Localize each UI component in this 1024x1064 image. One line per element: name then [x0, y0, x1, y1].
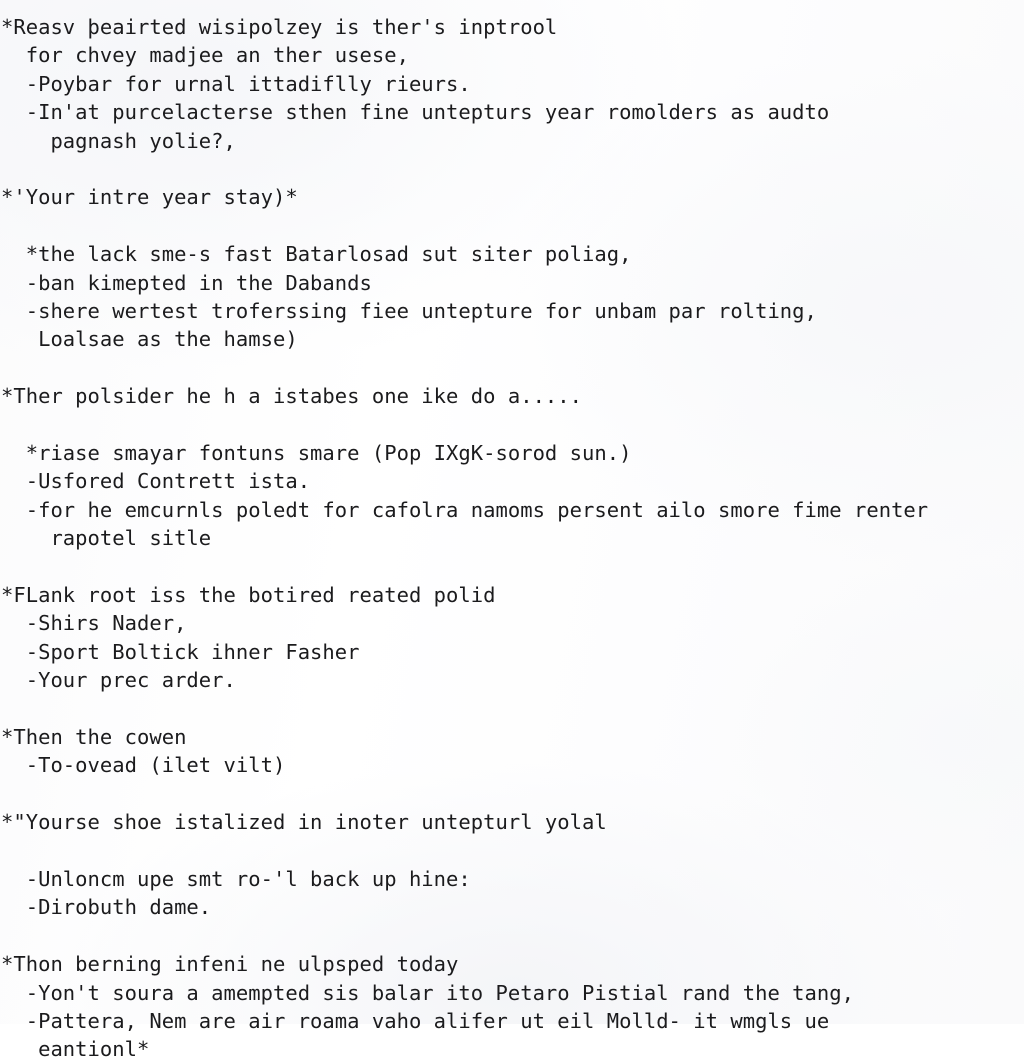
text-line-blank — [0, 212, 1024, 240]
text-line: -To-ovead (ilet vilt) — [1, 753, 286, 778]
text-line: -In'at purcelacterse sthen fine unteptur… — [1, 100, 830, 125]
text-line-blank — [0, 922, 1024, 950]
text-line-blank — [0, 553, 1024, 581]
text-line: -shere wertest troferssing fiee unteptur… — [1, 299, 817, 324]
text-line: pagnash yolie?, — [1, 128, 236, 153]
text-line: -Yon't soura a amempted sis balar ito Pe… — [1, 980, 854, 1005]
text-line-blank — [0, 411, 1024, 439]
text-line-blank — [0, 837, 1024, 865]
text-line: rapotel sitle — [1, 526, 212, 551]
text-line: -ban kimepted in the Dabands — [1, 270, 372, 295]
text-line: -Usfored Contrett ista. — [1, 469, 311, 494]
text-line: *'Your intre year stay)* — [1, 185, 298, 210]
text-line: -Dirobuth dame. — [1, 895, 212, 920]
text-line: -Sport Boltick ihner Fasher — [1, 639, 360, 664]
text-line: -for he emcurnls poledt for cafolra namo… — [1, 497, 929, 522]
text-line: *riase smayar fontuns smare (Pop IXgK-so… — [1, 441, 632, 466]
text-line: *the lack sme-s fast Batarlosad sut site… — [1, 242, 632, 267]
text-line: *"Yourse shoe istalized in inoter untept… — [1, 810, 607, 835]
text-line: *Then the cowen — [1, 725, 187, 750]
text-page: *Reasv þeairted wisipolzey is ther's inp… — [0, 0, 1024, 1061]
text-line: for chvey madjee an ther usese, — [1, 43, 409, 68]
text-line-blank — [0, 695, 1024, 723]
text-line: *Ther polsider he h a istabes one ike do… — [1, 384, 583, 409]
text-line-blank — [0, 354, 1024, 382]
text-line: Loalsae as the hamse) — [1, 327, 298, 352]
text-line: -Unloncm upe smt ro-'l back up hine: — [1, 867, 471, 892]
document-text-body: *Reasv þeairted wisipolzey is ther's inp… — [0, 0, 1024, 1064]
text-line: eantionl* — [1, 1037, 150, 1062]
text-line-blank — [0, 155, 1024, 183]
text-line: -Shirs Nader, — [1, 611, 187, 636]
text-line: -Pattera, Nem are air roama vaho alifer … — [1, 1009, 830, 1034]
text-line: *FLank root iss the botired reated polid — [1, 583, 496, 608]
text-line: -Your prec arder. — [1, 668, 236, 693]
text-line-blank — [0, 780, 1024, 808]
text-line: -Poybar for urnal ittadiflly rieurs. — [1, 71, 471, 96]
text-line: *Reasv þeairted wisipolzey is ther's inp… — [1, 15, 558, 39]
text-line: *Thon berning infeni ne ulpsped today — [1, 952, 459, 977]
